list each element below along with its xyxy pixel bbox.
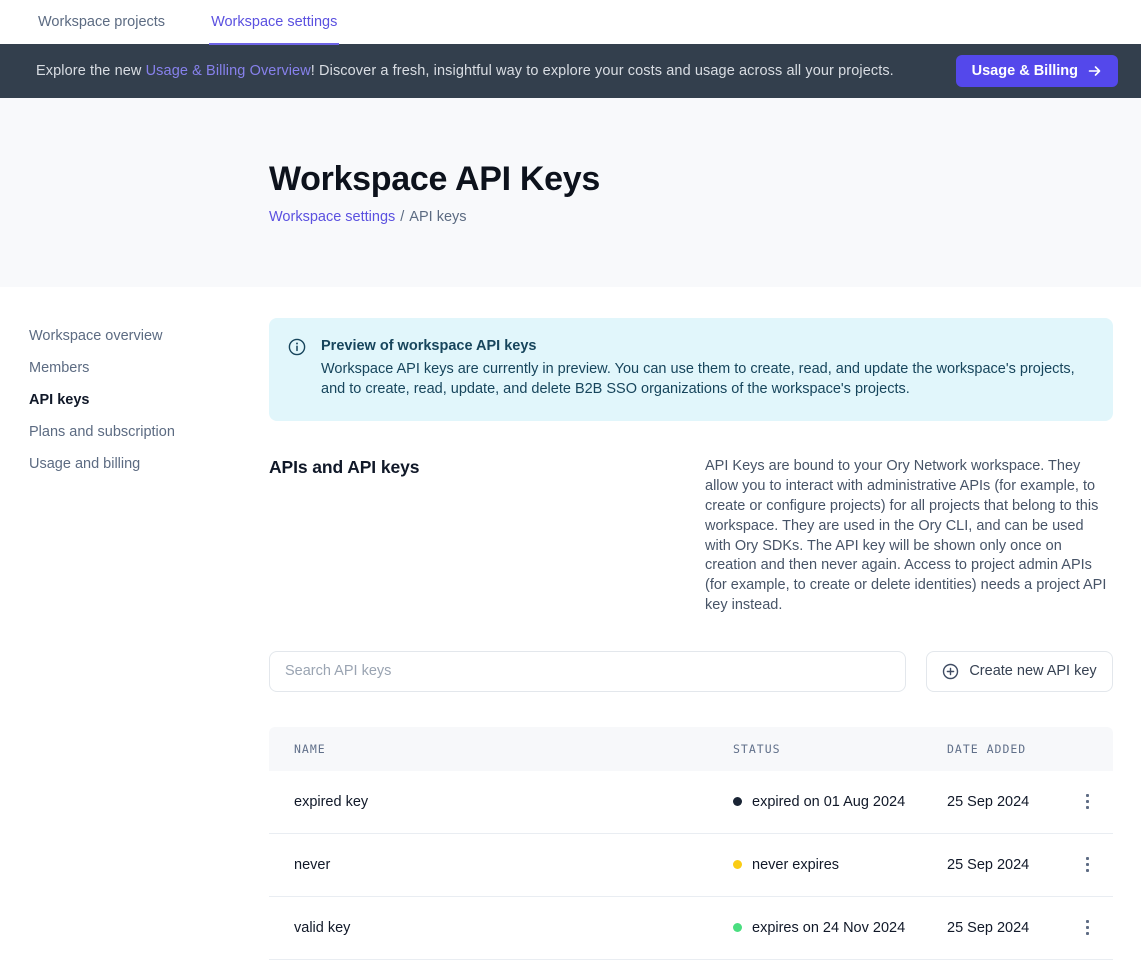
plus-circle-icon xyxy=(942,663,959,680)
callout-body: Workspace API keys are currently in prev… xyxy=(321,360,1089,399)
section-heading: APIs and API keys xyxy=(269,457,419,615)
settings-sidebar: Workspace overview Members API keys Plan… xyxy=(0,287,269,487)
top-nav-tab[interactable]: Workspace settings xyxy=(209,0,339,45)
usage-billing-promo-banner: Explore the new Usage & Billing Overview… xyxy=(0,44,1141,98)
column-header-status: STATUS xyxy=(733,742,947,756)
table-row: never never expires 25 Sep 2024 xyxy=(269,834,1113,897)
section-description: API Keys are bound to your Ory Network w… xyxy=(705,457,1113,615)
promo-text-after: ! Discover a fresh, insightful way to ex… xyxy=(311,63,894,79)
row-actions xyxy=(1061,851,1113,878)
status-dot xyxy=(733,923,742,932)
api-key-status: expires on 24 Nov 2024 xyxy=(733,920,947,936)
search-input[interactable] xyxy=(269,651,906,692)
status-dot xyxy=(733,797,742,806)
preview-callout: Preview of workspace API keys Workspace … xyxy=(269,318,1113,421)
breadcrumb-workspace-settings-link[interactable]: Workspace settings xyxy=(269,209,395,225)
row-menu-kebab-icon[interactable] xyxy=(1080,788,1095,815)
column-header-date-added: DATE ADDED xyxy=(947,742,1061,756)
column-header-name: NAME xyxy=(269,742,733,756)
apis-section-header: APIs and API keys API Keys are bound to … xyxy=(269,457,1113,615)
api-keys-toolbar: Create new API key xyxy=(269,651,1113,692)
row-menu-kebab-icon[interactable] xyxy=(1080,851,1095,878)
create-api-key-label: Create new API key xyxy=(969,663,1096,679)
breadcrumb-separator: / xyxy=(400,209,404,225)
table-row: valid key expires on 24 Nov 2024 25 Sep … xyxy=(269,897,1113,960)
usage-billing-button-label: Usage & Billing xyxy=(972,63,1078,79)
status-dot xyxy=(733,860,742,869)
create-api-key-button[interactable]: Create new API key xyxy=(926,651,1113,692)
status-text: expires on 24 Nov 2024 xyxy=(752,920,905,936)
sidebar-item[interactable]: Members xyxy=(29,359,249,378)
usage-billing-overview-link[interactable]: Usage & Billing Overview xyxy=(146,63,311,79)
api-key-date-added: 25 Sep 2024 xyxy=(947,920,1061,936)
api-keys-main: Preview of workspace API keys Workspace … xyxy=(269,287,1113,960)
page-header: Workspace API Keys Workspace settings / AP… xyxy=(0,98,1141,287)
page-title: Workspace API Keys xyxy=(269,160,1141,199)
table-header-row: NAME STATUS DATE ADDED xyxy=(269,727,1113,771)
api-key-name: valid key xyxy=(269,920,733,936)
row-actions xyxy=(1061,788,1113,815)
info-icon xyxy=(288,338,306,356)
sidebar-item[interactable]: Plans and subscription xyxy=(29,423,249,442)
workspace-top-nav: Workspace projects Workspace settings xyxy=(0,0,1141,44)
api-key-status: never expires xyxy=(733,857,947,873)
sidebar-item[interactable]: Workspace overview xyxy=(29,327,249,346)
api-key-status: expired on 01 Aug 2024 xyxy=(733,794,947,810)
status-text: never expires xyxy=(752,857,839,873)
api-key-date-added: 25 Sep 2024 xyxy=(947,794,1061,810)
arrow-right-icon xyxy=(1087,64,1102,78)
api-key-name: never xyxy=(269,857,733,873)
breadcrumb-current: API keys xyxy=(409,209,466,225)
table-row: expired key expired on 01 Aug 2024 25 Se… xyxy=(269,771,1113,834)
api-key-date-added: 25 Sep 2024 xyxy=(947,857,1061,873)
api-keys-table: NAME STATUS DATE ADDED expired key expir… xyxy=(269,727,1113,960)
promo-banner-text: Explore the new Usage & Billing Overview… xyxy=(36,63,956,79)
callout-content: Preview of workspace API keys Workspace … xyxy=(321,337,1089,399)
breadcrumb: Workspace settings / API keys xyxy=(269,209,1141,225)
row-actions xyxy=(1061,914,1113,941)
promo-text-before: Explore the new xyxy=(36,63,146,79)
top-nav-tab[interactable]: Workspace projects xyxy=(36,0,167,45)
row-menu-kebab-icon[interactable] xyxy=(1080,914,1095,941)
callout-title: Preview of workspace API keys xyxy=(321,337,1089,356)
status-text: expired on 01 Aug 2024 xyxy=(752,794,905,810)
sidebar-item[interactable]: Usage and billing xyxy=(29,455,249,474)
sidebar-item[interactable]: API keys xyxy=(29,391,249,410)
api-key-name: expired key xyxy=(269,794,733,810)
usage-billing-button[interactable]: Usage & Billing xyxy=(956,55,1118,87)
